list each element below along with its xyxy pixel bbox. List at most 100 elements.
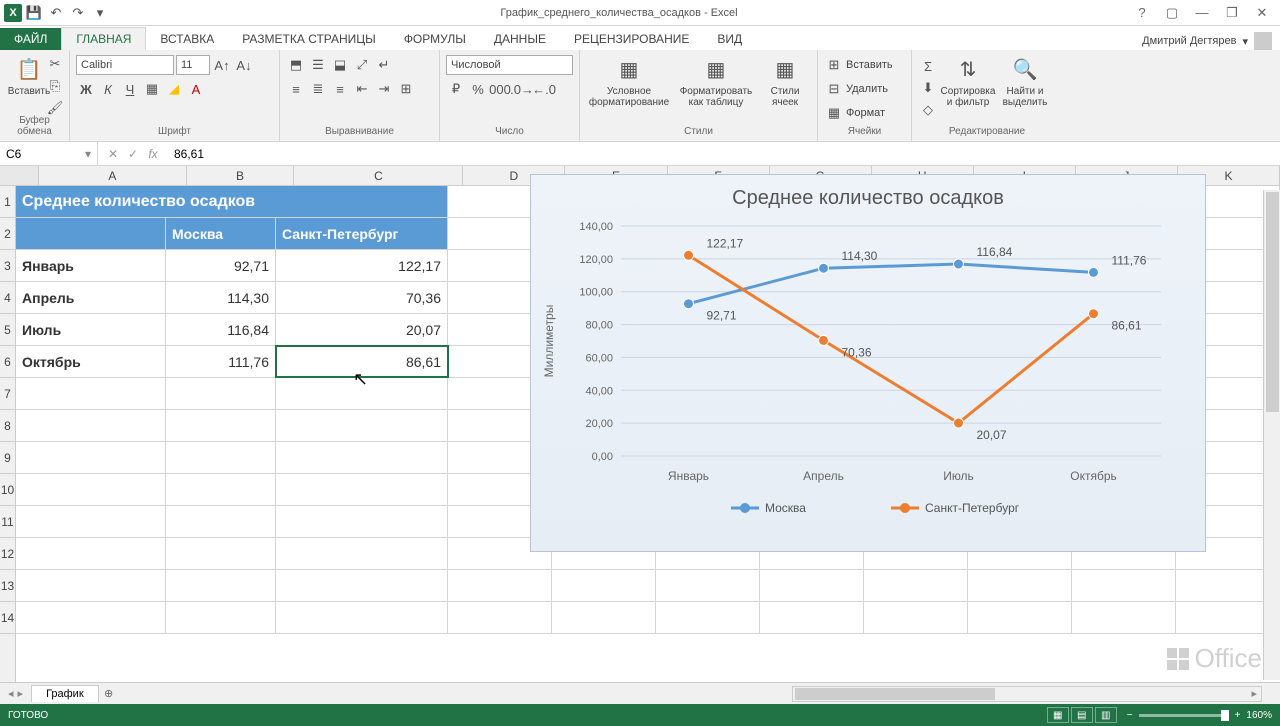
row-header-2[interactable]: 2 — [0, 218, 15, 250]
wrap-text-icon[interactable]: ↵ — [374, 55, 394, 75]
tab-review[interactable]: РЕЦЕНЗИРОВАНИЕ — [560, 28, 703, 50]
cell[interactable] — [166, 538, 276, 569]
tab-home[interactable]: ГЛАВНАЯ — [61, 27, 146, 50]
value-cell[interactable]: 86,61 — [276, 346, 448, 377]
cell[interactable] — [16, 218, 166, 249]
tab-layout[interactable]: РАЗМЕТКА СТРАНИЦЫ — [228, 28, 390, 50]
cell[interactable] — [276, 538, 448, 569]
align-top-icon[interactable]: ⬒ — [286, 55, 306, 75]
autosum-icon[interactable]: Σ — [918, 56, 938, 76]
maximize-icon[interactable]: ❐ — [1218, 3, 1246, 23]
help-icon[interactable]: ? — [1128, 3, 1156, 23]
close-icon[interactable]: ✕ — [1248, 3, 1276, 23]
view-page-break-icon[interactable]: ▥ — [1095, 707, 1117, 723]
value-cell[interactable]: 70,36 — [276, 282, 448, 313]
orientation-icon[interactable]: ⤢ — [352, 55, 372, 75]
row-header-4[interactable]: 4 — [0, 282, 15, 314]
col-header-A[interactable]: A — [39, 166, 186, 185]
cell[interactable] — [864, 570, 968, 601]
cell[interactable] — [16, 538, 166, 569]
fill-icon[interactable]: ⬇ — [918, 78, 938, 98]
cell[interactable] — [276, 570, 448, 601]
name-box[interactable]: C6▾ — [0, 142, 98, 165]
chart[interactable]: Среднее количество осадков 0,0020,0040,0… — [530, 174, 1206, 552]
zoom-slider[interactable] — [1139, 714, 1229, 717]
insert-cells-icon[interactable]: ⊞ — [824, 55, 844, 75]
row-header-12[interactable]: 12 — [0, 538, 15, 570]
col-header-B[interactable]: B — [187, 166, 295, 185]
month-cell[interactable]: Апрель — [16, 282, 166, 313]
cell[interactable] — [166, 474, 276, 505]
cell[interactable] — [448, 602, 552, 633]
number-format-select[interactable]: Числовой — [446, 55, 573, 75]
format-as-table-button[interactable]: ▦Форматировать как таблицу — [676, 54, 756, 126]
cancel-formula-icon[interactable]: ✕ — [104, 147, 122, 161]
enter-formula-icon[interactable]: ✓ — [124, 147, 142, 161]
cell[interactable] — [656, 570, 760, 601]
find-select-button[interactable]: 🔍Найти и выделить — [998, 54, 1052, 126]
row-header-5[interactable]: 5 — [0, 314, 15, 346]
value-cell[interactable]: 20,07 — [276, 314, 448, 345]
header-spb[interactable]: Санкт-Петербург — [276, 218, 448, 249]
increase-decimal-icon[interactable]: .0→ — [512, 79, 532, 99]
value-cell[interactable]: 111,76 — [166, 346, 276, 377]
cell[interactable] — [16, 602, 166, 633]
cell[interactable] — [448, 570, 552, 601]
merge-center-icon[interactable]: ⊞ — [396, 79, 416, 99]
italic-button[interactable]: К — [98, 79, 118, 99]
row-header-3[interactable]: 3 — [0, 250, 15, 282]
tab-insert[interactable]: ВСТАВКА — [146, 28, 228, 50]
percent-format-icon[interactable]: % — [468, 79, 488, 99]
increase-indent-icon[interactable]: ⇥ — [374, 79, 394, 99]
cell[interactable] — [166, 602, 276, 633]
cell[interactable] — [16, 442, 166, 473]
cut-icon[interactable]: ✂ — [45, 54, 65, 74]
decrease-font-icon[interactable]: A↓ — [234, 55, 254, 75]
underline-button[interactable]: Ч — [120, 79, 140, 99]
minimize-icon[interactable]: — — [1188, 3, 1216, 23]
qat-redo-icon[interactable]: ↷ — [68, 3, 88, 23]
delete-cells-button[interactable]: Удалить — [846, 83, 888, 95]
cell[interactable] — [16, 410, 166, 441]
row-header-10[interactable]: 10 — [0, 474, 15, 506]
font-size-select[interactable]: 11 — [176, 55, 210, 75]
cell[interactable] — [166, 570, 276, 601]
font-color-icon[interactable]: A — [186, 79, 206, 99]
tab-view[interactable]: ВИД — [703, 28, 756, 50]
table-title-cell[interactable]: Среднее количество осадков — [16, 186, 448, 217]
cell[interactable] — [276, 442, 448, 473]
cell[interactable] — [656, 602, 760, 633]
cell[interactable] — [276, 506, 448, 537]
row-header-11[interactable]: 11 — [0, 506, 15, 538]
view-page-layout-icon[interactable]: ▤ — [1071, 707, 1093, 723]
zoom-level[interactable]: 160% — [1246, 710, 1272, 721]
month-cell[interactable]: Январь — [16, 250, 166, 281]
select-all-corner[interactable] — [0, 166, 39, 185]
vertical-scrollbar[interactable] — [1263, 190, 1280, 680]
accounting-format-icon[interactable]: ₽ — [446, 79, 466, 99]
fill-color-icon[interactable]: ◢ — [164, 79, 184, 99]
row-header-6[interactable]: 6 — [0, 346, 15, 378]
align-middle-icon[interactable]: ☰ — [308, 55, 328, 75]
row-header-7[interactable]: 7 — [0, 378, 15, 410]
horizontal-scrollbar[interactable]: ▸ — [792, 686, 1262, 702]
cell-styles-button[interactable]: ▦Стили ячеек — [760, 54, 810, 126]
add-sheet-icon[interactable]: ⊕ — [99, 687, 119, 700]
sheet-tab[interactable]: График — [31, 685, 99, 702]
value-cell[interactable]: 116,84 — [166, 314, 276, 345]
cell[interactable] — [16, 506, 166, 537]
cell[interactable] — [1072, 602, 1176, 633]
cell[interactable] — [276, 474, 448, 505]
borders-icon[interactable]: ▦ — [142, 79, 162, 99]
row-header-1[interactable]: 1 — [0, 186, 15, 218]
align-bottom-icon[interactable]: ⬓ — [330, 55, 350, 75]
cell[interactable] — [760, 570, 864, 601]
cell[interactable] — [16, 474, 166, 505]
bold-button[interactable]: Ж — [76, 79, 96, 99]
zoom-in-icon[interactable]: + — [1235, 710, 1241, 721]
cell[interactable] — [1072, 570, 1176, 601]
sheet-nav-next-icon[interactable]: ▸ — [18, 687, 24, 700]
sort-filter-button[interactable]: ⇅Сортировка и фильтр — [940, 54, 996, 126]
view-normal-icon[interactable]: ▦ — [1047, 707, 1069, 723]
formula-input[interactable]: 86,61 — [168, 147, 1280, 161]
